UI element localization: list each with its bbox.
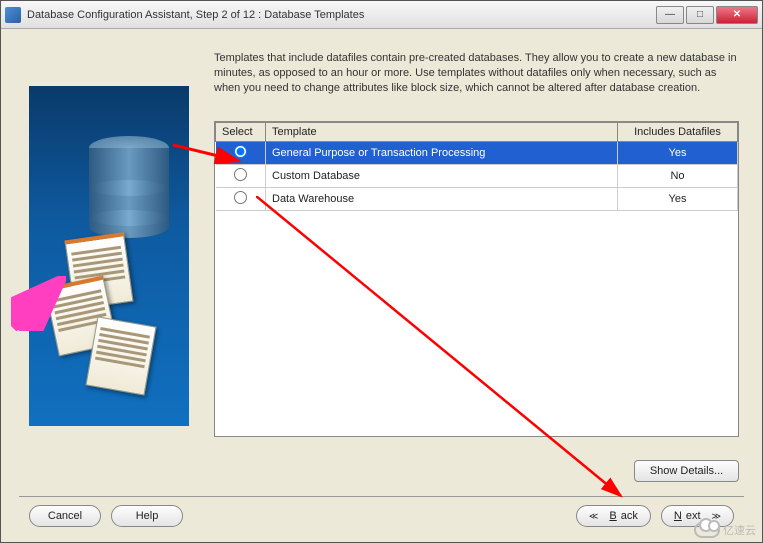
col-select: Select <box>216 123 266 142</box>
dbca-window: Database Configuration Assistant, Step 2… <box>0 0 763 543</box>
help-button[interactable]: Help <box>111 505 183 527</box>
cloud-icon <box>694 522 720 538</box>
titlebar[interactable]: Database Configuration Assistant, Step 2… <box>1 1 762 29</box>
description-text: Templates that include datafiles contain… <box>214 51 739 96</box>
includes-datafiles: Yes <box>618 142 738 165</box>
window-title: Database Configuration Assistant, Step 2… <box>27 9 656 21</box>
database-cylinder-icon <box>89 136 169 246</box>
document-icon <box>85 316 156 395</box>
col-template: Template <box>266 123 618 142</box>
table-row[interactable]: Custom Database No <box>216 165 738 188</box>
table-row[interactable]: General Purpose or Transaction Processin… <box>216 142 738 165</box>
chevron-left-icon: ≪ <box>589 511 598 522</box>
side-illustration <box>29 86 189 426</box>
content-area: Templates that include datafiles contain… <box>19 41 744 487</box>
app-icon <box>5 7 21 23</box>
templates-table: Select Template Includes Datafiles Gener… <box>215 122 738 211</box>
includes-datafiles: No <box>618 165 738 188</box>
back-button[interactable]: ≪ Back <box>576 505 651 527</box>
template-radio[interactable] <box>234 168 247 181</box>
template-name: Data Warehouse <box>266 188 618 211</box>
close-button[interactable]: ✕ <box>716 6 758 24</box>
maximize-button[interactable]: □ <box>686 6 714 24</box>
minimize-button[interactable]: — <box>656 6 684 24</box>
template-name: Custom Database <box>266 165 618 188</box>
show-details-button[interactable]: Show Details... <box>634 460 739 482</box>
template-radio[interactable] <box>234 191 247 204</box>
next-label: ext <box>686 510 701 522</box>
template-name: General Purpose or Transaction Processin… <box>266 142 618 165</box>
bottom-bar: Cancel Help ≪ Back Next ≫ Finish <box>19 496 744 530</box>
table-row[interactable]: Data Warehouse Yes <box>216 188 738 211</box>
templates-table-wrap: Select Template Includes Datafiles Gener… <box>214 121 739 437</box>
col-includes: Includes Datafiles <box>618 123 738 142</box>
watermark: 亿速云 <box>694 522 756 538</box>
includes-datafiles: Yes <box>618 188 738 211</box>
cancel-button[interactable]: Cancel <box>29 505 101 527</box>
back-label: ack <box>621 510 638 522</box>
template-radio[interactable] <box>234 145 247 158</box>
window-controls: — □ ✕ <box>656 6 758 24</box>
